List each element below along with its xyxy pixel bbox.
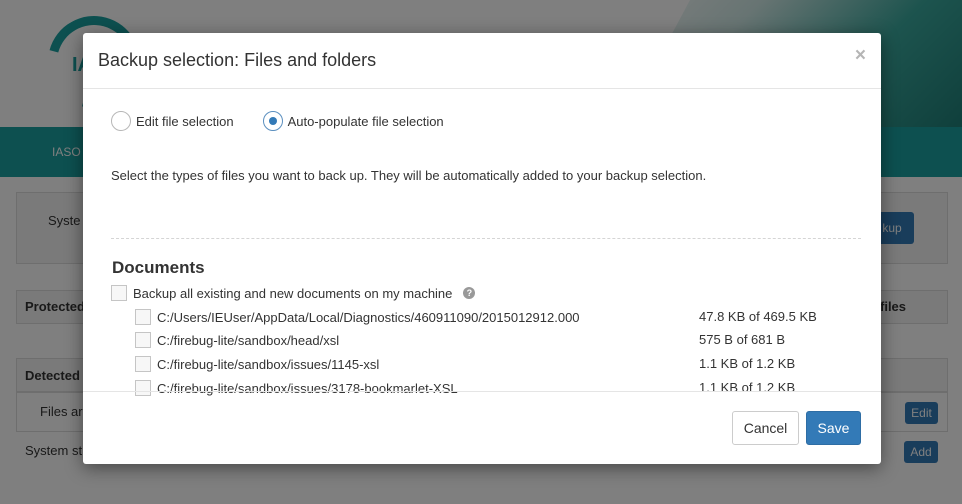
cancel-button[interactable]: Cancel	[732, 411, 799, 445]
file-checkbox[interactable]	[135, 332, 151, 348]
file-checkbox[interactable]	[135, 309, 151, 325]
radio-auto-populate-file-selection[interactable]: Auto-populate file selection	[262, 111, 444, 131]
radio-auto-label: Auto-populate file selection	[287, 113, 444, 129]
radio-auto-icon[interactable]	[262, 111, 283, 131]
file-row[interactable]: C:/firebug-lite/sandbox/issues/1145-xsl	[135, 356, 379, 372]
radio-edit-icon[interactable]	[111, 111, 131, 131]
modal-title: Backup selection: Files and folders	[98, 50, 377, 70]
save-button[interactable]: Save	[806, 411, 861, 445]
selection-mode-group: Edit file selection Auto-populate file s…	[111, 111, 473, 131]
file-path: C:/firebug-lite/sandbox/head/xsl	[157, 332, 340, 348]
backup-all-checkbox[interactable]	[111, 285, 127, 301]
file-size: 1.1 KB of 1.2 KB	[699, 356, 796, 371]
file-row[interactable]: C:/Users/IEUser/AppData/Local/Diagnostic…	[135, 309, 580, 325]
modal-body: Edit file selection Auto-populate file s…	[83, 89, 881, 396]
modal-header: Backup selection: Files and folders ×	[83, 33, 881, 89]
documents-heading: Documents	[112, 258, 205, 277]
file-row[interactable]: C:/firebug-lite/sandbox/head/xsl	[135, 332, 339, 348]
backup-all-documents-row[interactable]: Backup all existing and new documents on…	[111, 285, 476, 301]
help-icon[interactable]: ?	[463, 287, 476, 299]
close-icon[interactable]: ×	[855, 45, 866, 67]
file-size: 575 B of 681 B	[699, 332, 786, 347]
file-checkbox[interactable]	[135, 356, 151, 372]
intro-text: Select the types of files you want to ba…	[111, 168, 707, 183]
radio-edit-label: Edit file selection	[136, 113, 234, 129]
file-path: C:/Users/IEUser/AppData/Local/Diagnostic…	[157, 309, 580, 325]
radio-edit-file-selection[interactable]: Edit file selection	[111, 111, 234, 131]
backup-all-label: Backup all existing and new documents on…	[133, 285, 453, 301]
backup-selection-modal: Backup selection: Files and folders × Ed…	[83, 33, 881, 464]
modal-footer: Cancel Save	[83, 391, 881, 464]
file-path: C:/firebug-lite/sandbox/issues/1145-xsl	[157, 356, 380, 372]
file-size: 47.8 KB of 469.5 KB	[699, 309, 817, 324]
divider	[111, 238, 861, 239]
